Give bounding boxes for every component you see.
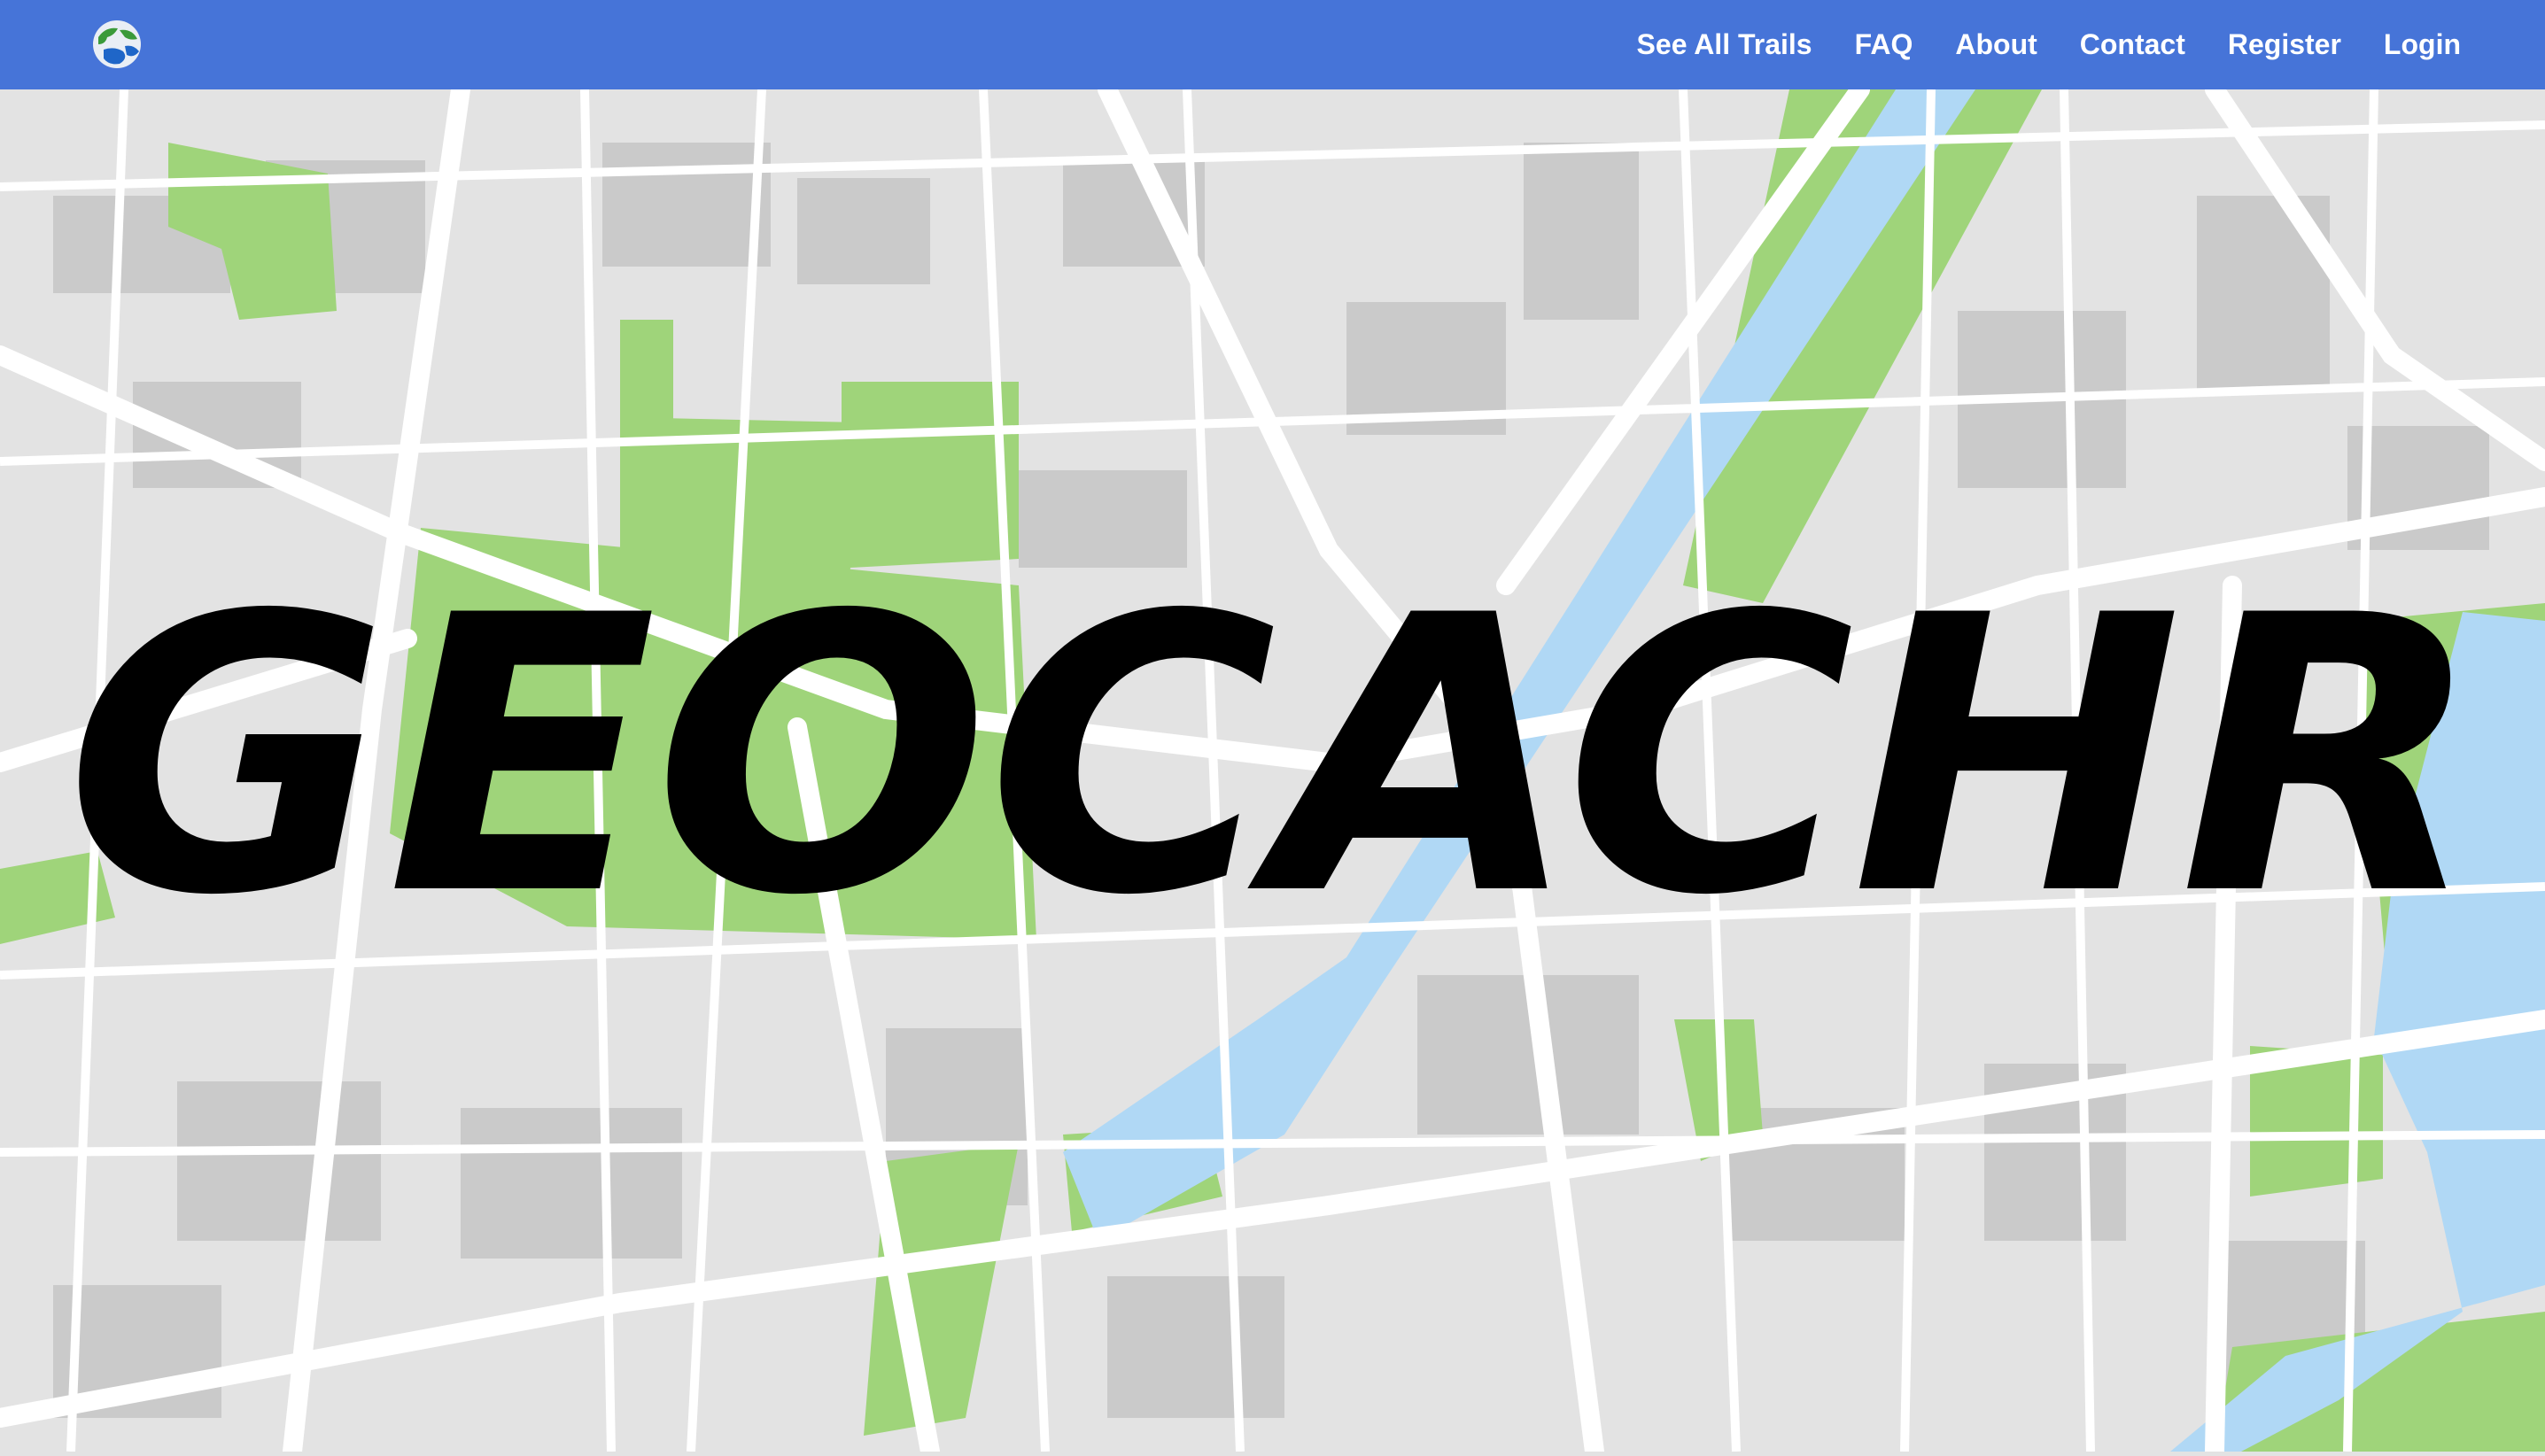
nav-see-all-trails[interactable]: See All Trails: [1637, 28, 1812, 61]
nav-links: See All Trails FAQ About Contact Registe…: [1637, 0, 2461, 89]
hero-title: GEOCACHR: [65, 536, 2484, 979]
nav-login[interactable]: Login: [2384, 28, 2461, 61]
nav-faq[interactable]: FAQ: [1855, 28, 1913, 61]
nav-about[interactable]: About: [1955, 28, 2037, 61]
nav-register[interactable]: Register: [2228, 28, 2341, 61]
top-navbar: See All Trails FAQ About Contact Registe…: [0, 0, 2545, 89]
globe-icon[interactable]: [88, 18, 146, 71]
nav-contact[interactable]: Contact: [2080, 28, 2185, 61]
